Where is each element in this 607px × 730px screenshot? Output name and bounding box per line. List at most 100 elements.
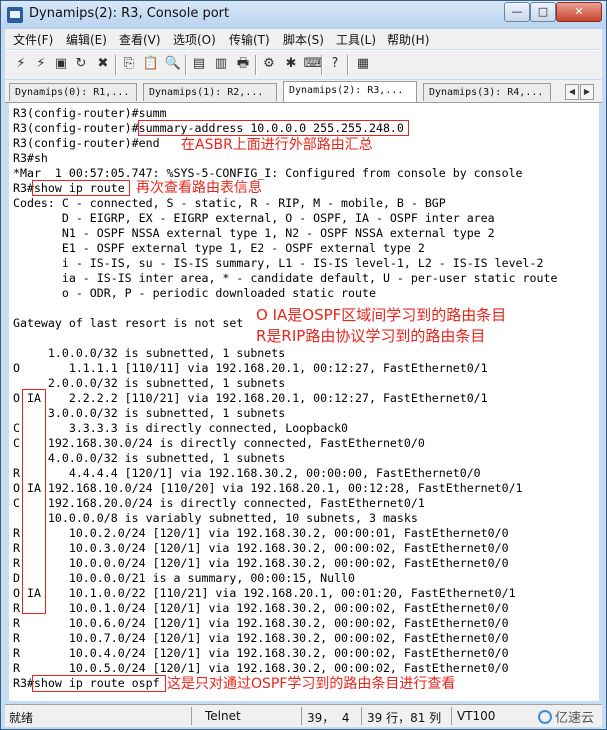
terminal-line: D - EIGRP, EX - EIGRP external, O - OSPF… [13, 211, 495, 225]
terminal-line: C 192.168.20.0/24 is directly connected,… [13, 496, 425, 510]
reconnect-icon[interactable]: ↻ [71, 54, 91, 74]
annotation-o-ia-meaning: O IA是OSPF区域间学习到的路由条目 [256, 306, 507, 324]
minimize-button[interactable]: — [504, 2, 530, 22]
tab-r1[interactable]: Dynamips(0): R1,... [9, 83, 137, 101]
sftp-icon[interactable]: ▦ [353, 54, 373, 74]
terminal-line: R 10.0.3.0/24 [120/1] via 192.168.30.2, … [13, 541, 509, 555]
toolbar: ⚡ ⚡ ▣ ↻ ✖ ⎘ 📋 🔍 ▤ ▥ 🖶 ⚙ ✱ ⌨? ▦ [5, 50, 602, 79]
tab-scroll-left[interactable]: ◀ [565, 84, 579, 100]
toolbar-separator [115, 55, 117, 75]
status-rows-cols: 39 行，81 列 [367, 711, 442, 725]
terminal-line: o - ODR, P - periodic downloaded static … [13, 286, 376, 300]
terminal-line: Codes: C - connected, S - static, R - RI… [13, 196, 446, 210]
menu-help[interactable]: 帮助(H) [387, 31, 429, 48]
terminal-line: Gateway of last resort is not set [13, 316, 244, 330]
annotation-asbr-summary: 在ASBR上面进行外部路由汇总 [181, 137, 373, 153]
terminal-line: O IA 10.1.0.0/22 [110/21] via 192.168.20… [13, 586, 516, 600]
terminal-line: 2.0.0.0/32 is subnetted, 1 subnets [13, 376, 286, 390]
terminal-window: Dynamips(2): R3, Console port — □ ✕ 文件(F… [0, 0, 607, 730]
tab-r2[interactable]: Dynamips(1): R2,... [143, 83, 277, 101]
terminal-line: R 10.0.0.0/24 [120/1] via 192.168.30.2, … [13, 556, 509, 570]
show-route-highlight [32, 180, 130, 196]
maximize-button[interactable]: □ [530, 2, 556, 22]
logo-icon [537, 710, 552, 724]
menu-bar: 文件(F) 编辑(E) 查看(V) 选项(O) 传输(T) 脚本(S) 工具(L… [5, 29, 602, 49]
help-icon[interactable]: ? [325, 54, 345, 74]
print-setup-icon[interactable]: ▤ [189, 54, 209, 74]
terminal-line: N1 - OSPF NSSA external type 1, N2 - OSP… [13, 226, 495, 240]
window-title: Dynamips(2): R3, Console port [29, 6, 230, 21]
printer-icon[interactable]: 🖶 [233, 54, 253, 74]
terminal-line: *Mar 1 00:57:05.747: %SYS-5-CONFIG_I: Co… [13, 166, 523, 180]
toolbar-separator [255, 55, 257, 75]
terminal-line: E1 - OSPF external type 1, E2 - OSPF ext… [13, 241, 425, 255]
terminal-line: O 1.1.1.1 [110/11] via 192.168.20.1, 00:… [13, 361, 488, 375]
terminal-line: R3#sh [13, 151, 48, 165]
toolbar-separator [185, 55, 187, 75]
terminal-line: R3(config-router)#end [13, 136, 160, 150]
status-protocol: Telnet [205, 709, 241, 723]
session-tab-bar: Dynamips(0): R1,... Dynamips(1): R2,... … [5, 80, 602, 103]
ia-column-highlight [22, 389, 46, 614]
terminal-line: O IA 192.168.10.0/24 [110/20] via 192.16… [13, 481, 523, 495]
terminal-line: C 3.3.3.3 is directly connected, Loopbac… [13, 421, 349, 435]
toolbar-separator [321, 55, 323, 75]
menu-tools[interactable]: 工具(L) [336, 31, 376, 48]
terminal-line: 1.0.0.0/32 is subnetted, 1 subnets [13, 346, 286, 360]
status-ready: 就绪 [9, 711, 34, 725]
terminal-line: R3(config-router)#summ [13, 106, 167, 120]
copy-icon[interactable]: ⎘ [119, 54, 139, 74]
watermark-logo: 亿速云 [537, 707, 594, 726]
menu-view[interactable]: 查看(V) [119, 31, 161, 48]
terminal-line: 4.0.0.0/32 is subnetted, 1 subnets [13, 451, 286, 465]
menu-script[interactable]: 脚本(S) [283, 31, 324, 48]
status-terminal-type: VT100 [457, 709, 496, 723]
menu-transfer[interactable]: 传输(T) [229, 31, 270, 48]
terminal-line: R 10.0.1.0/24 [120/1] via 192.168.30.2, … [13, 601, 509, 615]
connect-tab-icon[interactable]: ▣ [51, 54, 71, 74]
status-divider [361, 707, 362, 725]
global-options-icon[interactable]: ✱ [281, 54, 301, 74]
app-icon [7, 7, 23, 23]
paste-icon[interactable]: 📋 [141, 54, 161, 74]
close-button[interactable]: ✕ [556, 2, 602, 22]
terminal-line: O IA 2.2.2.2 [110/21] via 192.168.20.1, … [13, 391, 488, 405]
tab-r3[interactable]: Dynamips(2): R3,... [283, 81, 417, 102]
menu-edit[interactable]: 编辑(E) [66, 31, 107, 48]
menu-options[interactable]: 选项(O) [173, 31, 216, 48]
toolbar-separator [347, 55, 349, 75]
annotation-r-meaning: R是RIP路由协议学习到的路由条目 [256, 327, 486, 345]
annotation-show-route-again: 再次查看路由表信息 [136, 180, 262, 196]
status-cursor: 39， 4 [307, 711, 350, 725]
annotation-show-ospf-only: 这是只对通过OSPF学习到的路由条目进行查看 [167, 676, 456, 692]
status-divider [301, 707, 302, 725]
keymap-icon[interactable]: ⌨ [303, 54, 323, 74]
tab-r4[interactable]: Dynamips(3): R4,... [423, 83, 551, 101]
title-bar[interactable]: Dynamips(2): R3, Console port — □ ✕ [1, 1, 606, 29]
status-divider [191, 707, 192, 725]
connect-icon[interactable]: ⚡ [11, 54, 31, 74]
show-ospf-highlight [32, 675, 166, 692]
terminal-output[interactable]: R3#show ip route ospf R 10.0.5.0/24 [120/… [9, 103, 599, 701]
quick-connect-icon[interactable]: ⚡ [31, 54, 51, 74]
terminal-line: 3.0.0.0/32 is subnetted, 1 subnets [13, 406, 286, 420]
tab-scroll-right[interactable]: ▶ [580, 84, 594, 100]
logo-text: 亿速云 [554, 711, 594, 726]
terminal-line: R 10.0.6.0/24 [120/1] via 192.168.30.2, … [13, 616, 509, 630]
terminal-line: ia - IS-IS inter area, * - candidate def… [13, 271, 558, 285]
status-bar: 就绪 Telnet 39， 4 39 行，81 列 VT100 亿速云 [5, 704, 602, 727]
terminal-line: 10.0.0.0/8 is variably subnetted, 10 sub… [13, 511, 418, 525]
terminal-line: R 10.0.7.0/24 [120/1] via 192.168.30.2, … [13, 631, 509, 645]
session-options-icon[interactable]: ⚙ [259, 54, 279, 74]
find-icon[interactable]: 🔍 [163, 54, 183, 74]
terminal-line: C 192.168.30.0/24 is directly connected,… [13, 436, 425, 450]
terminal-line: R 10.0.4.0/24 [120/1] via 192.168.30.2, … [13, 646, 509, 660]
terminal-line: D 10.0.0.0/21 is a summary, 00:00:15, Nu… [13, 571, 356, 585]
terminal-line: R 10.0.2.0/24 [120/1] via 192.168.30.2, … [13, 526, 509, 540]
menu-file[interactable]: 文件(F) [13, 31, 53, 48]
terminal-line: R 4.4.4.4 [120/1] via 192.168.30.2, 00:0… [13, 466, 481, 480]
print-icon[interactable]: ▥ [211, 54, 231, 74]
terminal-line: i - IS-IS, su - IS-IS summary, L1 - IS-I… [13, 256, 544, 270]
status-divider [451, 707, 452, 725]
disconnect-icon[interactable]: ✖ [93, 54, 113, 74]
